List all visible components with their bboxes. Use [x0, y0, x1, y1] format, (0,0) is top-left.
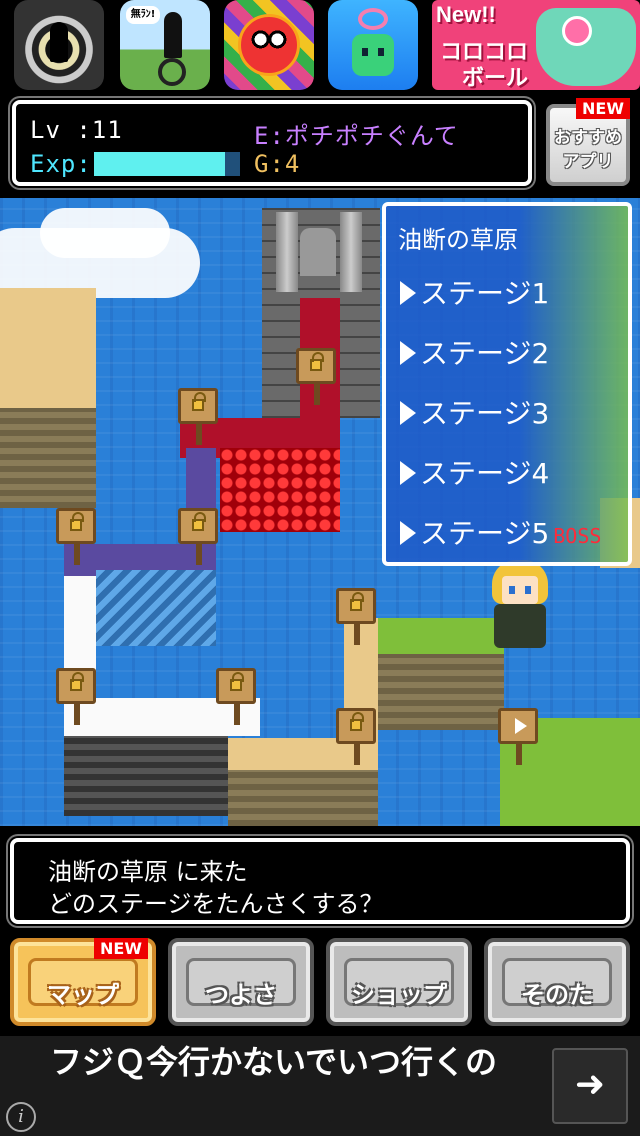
exp-bar: [94, 152, 240, 176]
info-icon[interactable]: i: [6, 1102, 36, 1132]
play-arrow-icon: [515, 718, 527, 734]
lock-icon: [310, 352, 324, 371]
stage-label: ステージ4: [420, 457, 550, 490]
stage-item-5[interactable]: ステージ5 BOSS: [400, 514, 601, 554]
cliff: [0, 408, 96, 508]
locked-stage-sign[interactable]: [56, 508, 96, 565]
boss-tag: BOSS: [553, 524, 602, 548]
promo-title-line2: ボール: [462, 66, 529, 90]
locked-stage-sign[interactable]: [336, 708, 376, 765]
message-line-1: 油断の草原 に来た: [48, 858, 248, 886]
promo-bar: 無ﾗﾝ! New!! コロコロ ボール: [0, 0, 640, 96]
stage-label: ステージ5: [420, 517, 550, 550]
pink-ball-icon: [562, 16, 592, 46]
triangle-right-icon: [400, 341, 416, 365]
tab-map[interactable]: マップ NEW: [10, 938, 156, 1026]
exp-label: Exp:: [30, 150, 92, 178]
castle-pillar: [276, 212, 298, 292]
stage-label: ステージ1: [420, 277, 550, 310]
stage-item-2[interactable]: ステージ2: [400, 334, 549, 374]
ad-banner[interactable]: フジＱ今行かないでいつ行くの ➜ i: [0, 1036, 640, 1136]
triangle-right-icon: [400, 401, 416, 425]
promo-new-label: New!!: [436, 2, 496, 27]
exp-bar-fill: [94, 152, 226, 176]
message-box: 油断の草原 に来た どのステージをたんさくする？: [10, 838, 630, 924]
tab-strength[interactable]: つよさ: [168, 938, 314, 1026]
message-line-2: どのステージをたんさくする？: [48, 890, 384, 918]
grass-path: [378, 618, 504, 654]
arrow-right-icon: ➜: [574, 1064, 606, 1105]
lava-field: [220, 448, 340, 532]
stage-item-3[interactable]: ステージ3: [400, 394, 549, 434]
locked-stage-sign[interactable]: [336, 588, 376, 645]
lock-icon: [70, 512, 84, 531]
recommend-apps-button[interactable]: NEW おすすめ アプリ: [546, 98, 630, 186]
current-stage-sign[interactable]: [498, 708, 538, 765]
recommend-label-line2: アプリ: [562, 152, 614, 172]
lock-icon: [192, 392, 206, 411]
new-badge: NEW: [576, 98, 630, 119]
locked-stage-sign[interactable]: [56, 668, 96, 725]
stage-item-4[interactable]: ステージ4: [400, 454, 549, 494]
triangle-right-icon: [400, 281, 416, 305]
hero-character: [488, 560, 552, 650]
stage-menu: 油断の草原 ステージ1 ステージ2 ステージ3 ステージ4 ステージ5 BOSS: [382, 202, 632, 566]
castle-pillar: [340, 212, 362, 292]
locked-stage-sign[interactable]: [178, 388, 218, 445]
ad-open-button[interactable]: ➜: [552, 1048, 628, 1124]
area-title: 油断の草原: [398, 226, 518, 254]
ad-text: フジＱ今行かないでいつ行くの: [50, 1043, 498, 1081]
red-dragon-icon[interactable]: [224, 0, 314, 90]
stage-label: ステージ2: [420, 337, 550, 370]
equipment-text: E:ポチポチぐんて: [254, 122, 459, 150]
tab-other[interactable]: そのた: [484, 938, 630, 1026]
cliff: [228, 770, 378, 826]
locked-stage-sign[interactable]: [296, 348, 336, 405]
gargoyle-statue-icon: [300, 228, 336, 276]
lock-icon: [192, 512, 206, 531]
cliff: [378, 654, 504, 730]
cloud: [40, 208, 170, 258]
promo-banner-korokoro-ball[interactable]: New!! コロコロ ボール: [432, 0, 640, 90]
green-robot-icon[interactable]: [328, 0, 418, 90]
tab-shop[interactable]: ショップ: [326, 938, 472, 1026]
recommend-label-line1: おすすめ: [554, 128, 622, 148]
level-text: Lv :11: [30, 116, 123, 144]
lock-icon: [70, 672, 84, 691]
lock-icon: [350, 712, 364, 731]
status-panel: Lv :11 Exp: E:ポチポチぐんて G:4: [12, 100, 532, 186]
gold-text: G:4: [254, 150, 301, 178]
tab-other-label: そのた: [521, 981, 593, 1009]
triangle-right-icon: [400, 461, 416, 485]
locked-stage-sign[interactable]: [178, 508, 218, 565]
running-figure-icon[interactable]: [14, 0, 104, 90]
tab-map-label: マップ: [47, 981, 119, 1009]
dark-cliff: [64, 736, 228, 816]
unicycle-figure-icon[interactable]: 無ﾗﾝ!: [120, 0, 210, 90]
triangle-right-icon: [400, 521, 416, 545]
recommend-label: おすすめ アプリ: [550, 126, 626, 174]
lock-icon: [230, 672, 244, 691]
tab-strength-label: つよさ: [205, 981, 277, 1009]
stage-item-1[interactable]: ステージ1: [400, 274, 549, 314]
lock-icon: [350, 592, 364, 611]
ice-field: [96, 570, 216, 646]
new-badge: NEW: [94, 938, 148, 959]
promo-bubble-text: 無ﾗﾝ!: [126, 6, 160, 24]
stage-label: ステージ3: [420, 397, 550, 430]
tab-shop-label: ショップ: [351, 981, 447, 1009]
locked-stage-sign[interactable]: [216, 668, 256, 725]
